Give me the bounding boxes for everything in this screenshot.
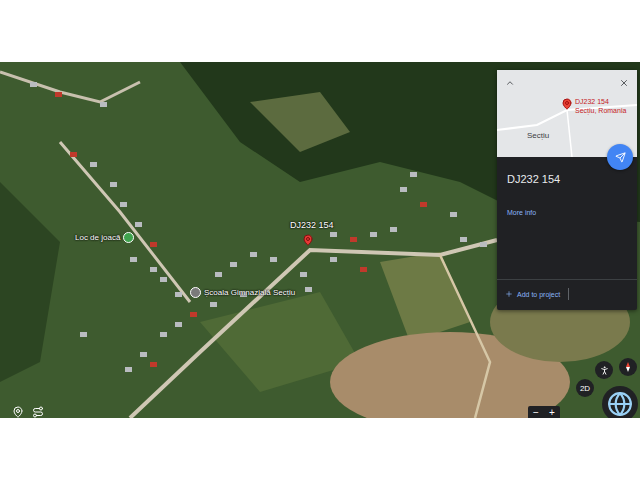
location-icon[interactable] (12, 404, 24, 416)
close-button[interactable] (617, 76, 631, 90)
street-view-button[interactable] (595, 361, 613, 379)
add-to-project-button[interactable]: Add to project (505, 288, 569, 300)
top-bar (0, 0, 640, 62)
compass-icon (623, 362, 633, 372)
poi-label[interactable]: Școala Gimnazială Secțiu (190, 287, 295, 298)
zoom-bar: −+ (528, 406, 560, 418)
bottom-bar (0, 418, 640, 480)
measure-icon[interactable] (32, 404, 44, 416)
globe-button[interactable] (602, 386, 638, 418)
collapse-button[interactable] (503, 76, 517, 90)
zoom-out-button[interactable]: − (528, 406, 544, 418)
view-toggle-button[interactable]: 2D (576, 379, 594, 397)
poi-icon (123, 232, 134, 243)
more-info-link[interactable]: More info (507, 209, 627, 216)
poi-icon (190, 287, 201, 298)
map-pin-icon[interactable] (302, 232, 314, 246)
add-icon (505, 290, 513, 298)
compass-button[interactable] (619, 358, 637, 376)
mini-pin-icon (561, 96, 573, 114)
google-earth-screen: Loc de joacă Școala Gimnazială Secțiu DJ23… (0, 0, 640, 480)
zoom-in-button[interactable]: + (544, 406, 560, 418)
poi-label[interactable]: Loc de joacă (75, 232, 134, 243)
send-button[interactable] (607, 144, 633, 170)
place-panel: DJ232 154Secțiu, RomaniaSecțiuDJ232 154M… (497, 70, 637, 310)
satellite-map[interactable]: Loc de joacă Școala Gimnazială Secțiu DJ23… (0, 62, 640, 418)
place-title: DJ232 154 (507, 173, 627, 185)
pin-label[interactable]: DJ232 154 (290, 220, 334, 230)
